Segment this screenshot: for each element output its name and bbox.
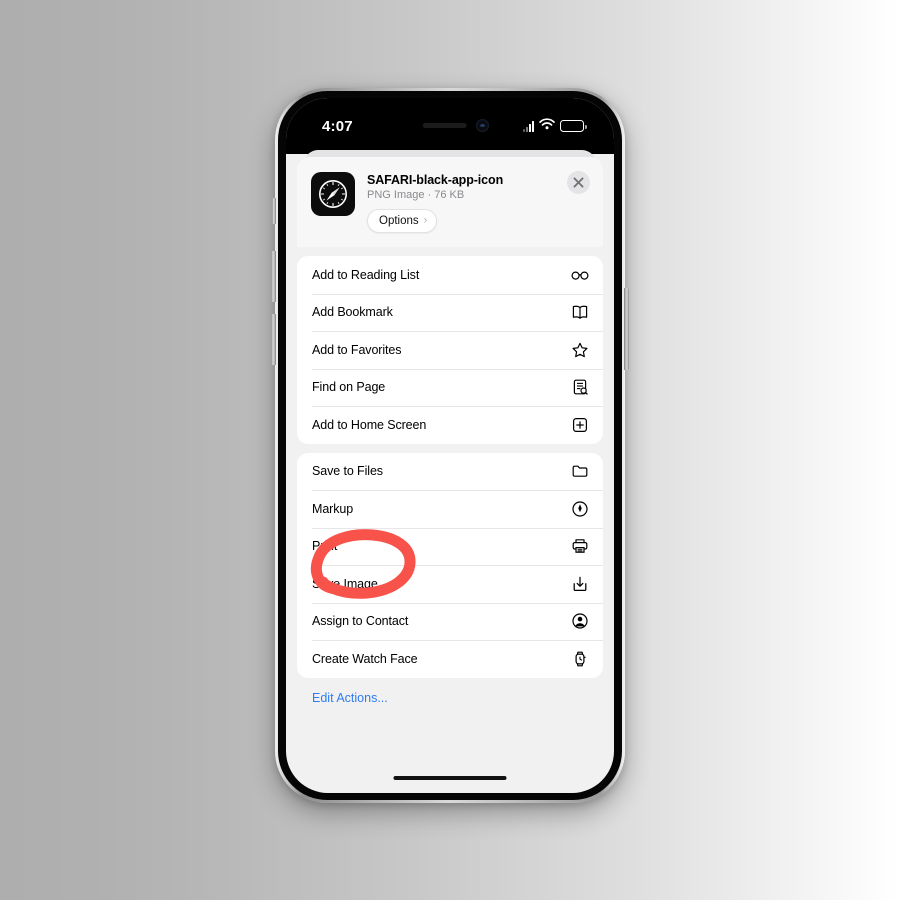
action-label: Markup [312, 501, 354, 516]
front-camera-lens [476, 119, 489, 132]
plus-square-icon [570, 415, 590, 435]
action-row-add-bookmark[interactable]: Add Bookmark [297, 293, 603, 332]
power-button[interactable] [624, 288, 629, 370]
share-sheet-header: SAFARI-black-app-icon PNG Image · 76 KB … [297, 157, 603, 247]
cellular-bars-icon [523, 120, 534, 132]
star-icon [570, 340, 590, 360]
action-row-save-to-files[interactable]: Save to Files [297, 453, 603, 491]
save-download-icon [570, 574, 590, 594]
chevron-right-icon: › [423, 214, 428, 226]
action-label: Add to Favorites [312, 342, 402, 357]
options-button-label: Options [379, 215, 419, 227]
close-button[interactable] [567, 171, 590, 194]
action-row-markup[interactable]: Markup [297, 490, 603, 528]
action-row-add-to-home-screen[interactable]: Add to Home Screen [297, 406, 603, 444]
status-bar: 4:07 [286, 98, 614, 154]
action-group-file-actions: Save to Files Markup Print Save Image As… [297, 452, 603, 678]
action-label: Add to Home Screen [312, 417, 427, 432]
action-row-add-to-reading-list[interactable]: Add to Reading List [297, 256, 603, 294]
action-label: Print [312, 539, 338, 554]
book-icon [570, 302, 590, 322]
share-sheet-file-info: SAFARI-black-app-icon PNG Image · 76 KB … [367, 172, 589, 233]
status-bar-time: 4:07 [322, 118, 353, 135]
markup-pen-icon [570, 499, 590, 519]
status-bar-indicators [523, 117, 587, 135]
action-label: Find on Page [312, 380, 386, 395]
action-group-browsing: Add to Reading List Add Bookmark Add to … [297, 256, 603, 444]
action-row-create-watch-face[interactable]: Create Watch Face [297, 640, 603, 678]
mute-switch-button[interactable] [272, 198, 276, 224]
battery-icon [560, 120, 587, 132]
earpiece-speaker [422, 123, 467, 128]
close-x-icon [573, 177, 584, 188]
action-label: Assign to Contact [312, 614, 409, 629]
iphone-device-frame: 4:07 SAFARI-black-app-icon PNG Image · 7… [271, 88, 629, 803]
action-row-find-on-page[interactable]: Find on Page [297, 368, 603, 407]
edit-actions-link[interactable]: Edit Actions... [297, 691, 603, 705]
action-row-assign-to-contact[interactable]: Assign to Contact [297, 602, 603, 641]
action-label: Create Watch Face [312, 651, 418, 666]
safari-compass-icon [311, 172, 355, 216]
action-label: Add to Reading List [312, 267, 420, 282]
folder-icon [570, 461, 590, 481]
action-label: Add Bookmark [312, 305, 393, 320]
file-subtitle: PNG Image · 76 KB [367, 189, 465, 201]
action-row-print[interactable]: Print [297, 527, 603, 566]
volume-up-button[interactable] [271, 251, 276, 302]
phone-screen: 4:07 SAFARI-black-app-icon PNG Image · 7… [286, 98, 614, 793]
person-circle-icon [570, 611, 590, 631]
file-title: SAFARI-black-app-icon [367, 173, 504, 187]
glasses-icon [570, 265, 590, 285]
options-button[interactable]: Options › [367, 209, 438, 233]
find-on-page-icon [570, 377, 590, 397]
share-sheet: SAFARI-black-app-icon PNG Image · 76 KB … [297, 157, 603, 705]
volume-down-button[interactable] [271, 314, 276, 365]
action-row-add-to-favorites[interactable]: Add to Favorites [297, 331, 603, 369]
watch-icon [570, 649, 590, 669]
wifi-icon [539, 117, 555, 135]
printer-icon [570, 536, 590, 556]
action-label: Save to Files [312, 464, 383, 479]
home-indicator[interactable] [393, 776, 507, 780]
action-label: Save Image [312, 576, 378, 591]
action-row-save-image[interactable]: Save Image [297, 565, 603, 603]
